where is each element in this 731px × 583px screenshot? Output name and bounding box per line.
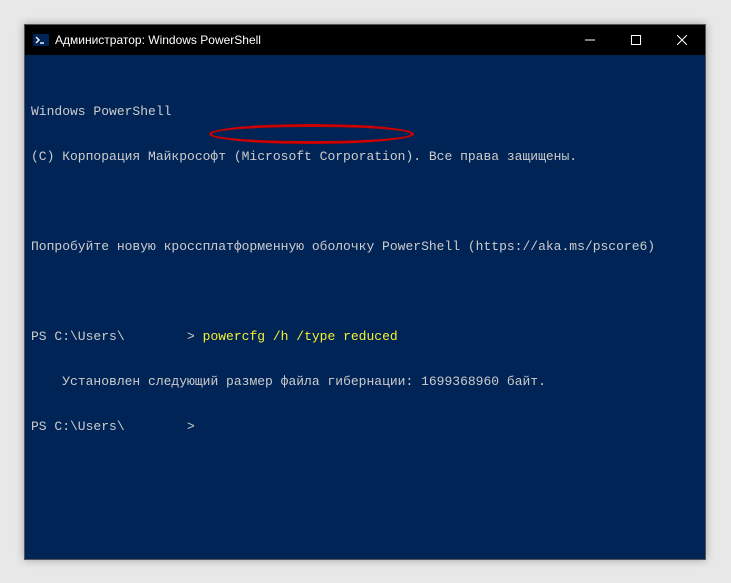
minimize-button[interactable] [567, 25, 613, 55]
titlebar-title: Администратор: Windows PowerShell [55, 33, 567, 47]
prompt-suffix: > [187, 329, 203, 344]
blurred-username [125, 419, 187, 434]
powershell-icon [33, 32, 49, 48]
maximize-button[interactable] [613, 25, 659, 55]
command-text: powercfg /h /type reduced [203, 329, 398, 344]
result-text: Установлен следующий размер файла гиберн… [62, 374, 546, 389]
terminal-prompt-line: PS C:\Users\ > powercfg /h /type reduced [31, 329, 699, 344]
terminal-line: (C) Корпорация Майкрософт (Microsoft Cor… [31, 149, 699, 164]
prompt-suffix: > [187, 419, 195, 434]
terminal-line: Попробуйте новую кроссплатформенную обол… [31, 239, 699, 254]
window-controls [567, 25, 705, 55]
prompt-prefix: PS C:\Users\ [31, 329, 125, 344]
terminal-area[interactable]: Windows PowerShell (C) Корпорация Майкро… [25, 55, 705, 559]
highlight-annotation [209, 124, 414, 144]
terminal-prompt-line: PS C:\Users\ > [31, 419, 699, 434]
prompt-prefix: PS C:\Users\ [31, 419, 125, 434]
terminal-output-line: Установлен следующий размер файла гиберн… [31, 374, 699, 389]
terminal-line [31, 284, 699, 299]
terminal-line: Windows PowerShell [31, 104, 699, 119]
close-button[interactable] [659, 25, 705, 55]
blurred-username [125, 329, 187, 344]
powershell-window: Администратор: Windows PowerShell Window… [24, 24, 706, 560]
titlebar[interactable]: Администратор: Windows PowerShell [25, 25, 705, 55]
terminal-line [31, 194, 699, 209]
